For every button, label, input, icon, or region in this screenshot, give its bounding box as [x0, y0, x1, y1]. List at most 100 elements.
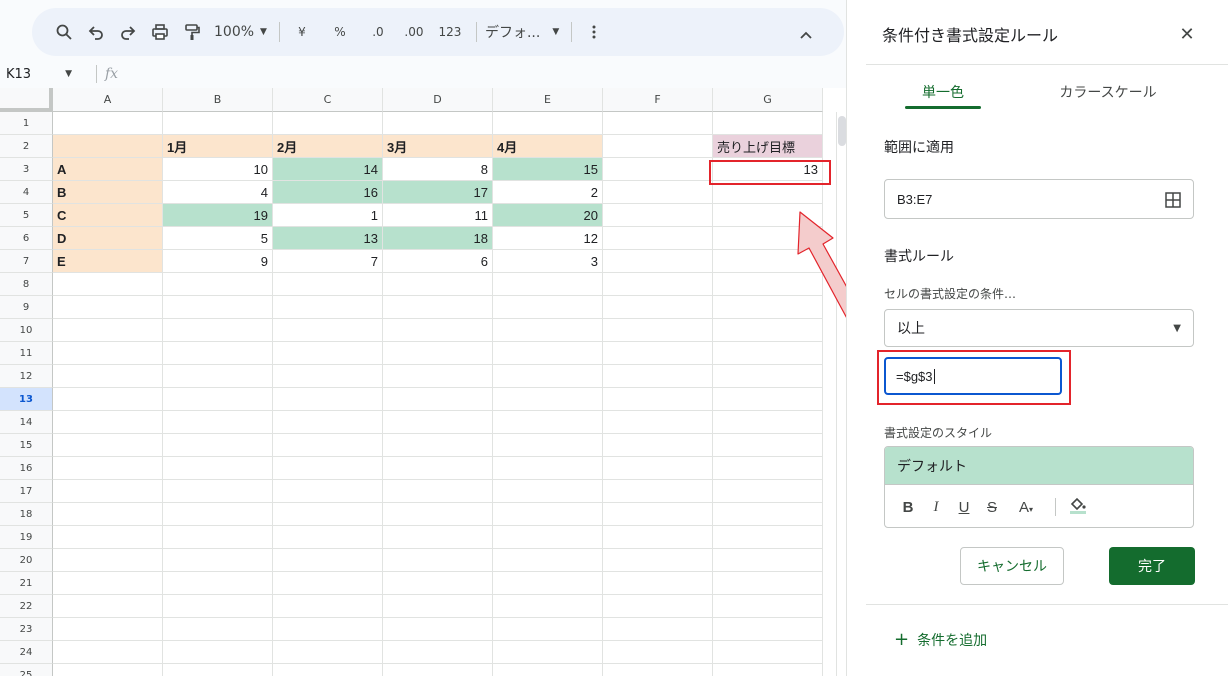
empty-cell[interactable]	[603, 434, 713, 457]
data-cell[interactable]: 16	[273, 181, 383, 204]
data-cell[interactable]: 4	[163, 181, 273, 204]
empty-cell[interactable]	[603, 618, 713, 641]
add-condition-button[interactable]: + 条件を追加	[894, 629, 987, 650]
row-label-cell[interactable]: E	[53, 250, 163, 273]
redo-button[interactable]	[114, 18, 142, 46]
empty-cell[interactable]	[163, 434, 273, 457]
empty-cell[interactable]	[603, 388, 713, 411]
data-cell[interactable]: 3	[493, 250, 603, 273]
decrease-decimal-button[interactable]: .0	[364, 18, 392, 46]
empty-cell[interactable]	[493, 296, 603, 319]
more-formats-button[interactable]: 123	[436, 18, 464, 46]
empty-cell[interactable]	[273, 273, 383, 296]
row-header-14[interactable]: 14	[0, 411, 53, 434]
empty-cell[interactable]	[603, 641, 713, 664]
column-header-e[interactable]: E	[493, 88, 603, 112]
empty-cell[interactable]	[273, 549, 383, 572]
empty-cell[interactable]	[53, 641, 163, 664]
data-cell[interactable]: 8	[383, 158, 493, 181]
empty-cell[interactable]	[713, 388, 823, 411]
empty-cell[interactable]	[603, 526, 713, 549]
empty-cell[interactable]	[53, 549, 163, 572]
empty-cell[interactable]	[603, 158, 713, 181]
empty-cell[interactable]	[163, 480, 273, 503]
empty-cell[interactable]	[53, 664, 163, 676]
empty-cell[interactable]	[383, 549, 493, 572]
empty-cell[interactable]	[493, 342, 603, 365]
empty-cell[interactable]	[713, 503, 823, 526]
empty-cell[interactable]	[273, 664, 383, 676]
data-cell[interactable]: 14	[273, 158, 383, 181]
data-cell[interactable]: 17	[383, 181, 493, 204]
empty-cell[interactable]	[383, 388, 493, 411]
empty-cell[interactable]	[713, 480, 823, 503]
data-cell[interactable]: 19	[163, 204, 273, 227]
empty-cell[interactable]	[713, 457, 823, 480]
empty-cell[interactable]	[603, 273, 713, 296]
target-label-cell[interactable]: 売り上げ目標	[713, 135, 823, 158]
empty-cell[interactable]	[493, 595, 603, 618]
data-cell[interactable]: 18	[383, 227, 493, 250]
empty-cell[interactable]	[383, 365, 493, 388]
empty-cell[interactable]	[163, 664, 273, 676]
row-header-7[interactable]: 7	[0, 250, 53, 273]
empty-cell[interactable]	[493, 434, 603, 457]
empty-cell[interactable]	[493, 457, 603, 480]
paint-format-button[interactable]	[178, 18, 206, 46]
more-options-button[interactable]	[580, 18, 608, 46]
data-cell[interactable]: 1	[273, 204, 383, 227]
row-header-4[interactable]: 4	[0, 181, 53, 204]
empty-cell[interactable]	[493, 273, 603, 296]
empty-cell[interactable]	[493, 641, 603, 664]
empty-cell[interactable]	[163, 319, 273, 342]
empty-cell[interactable]	[603, 365, 713, 388]
empty-cell[interactable]	[713, 434, 823, 457]
select-all-corner[interactable]	[0, 88, 53, 112]
month-header-cell[interactable]: 4月	[493, 135, 603, 158]
row-header-22[interactable]: 22	[0, 595, 53, 618]
empty-cell[interactable]	[53, 319, 163, 342]
empty-cell[interactable]	[713, 342, 823, 365]
empty-cell[interactable]	[163, 526, 273, 549]
empty-cell[interactable]	[603, 296, 713, 319]
empty-cell[interactable]	[163, 618, 273, 641]
month-header-cell[interactable]: 2月	[273, 135, 383, 158]
month-header-cell[interactable]: 1月	[163, 135, 273, 158]
data-cell[interactable]: 12	[493, 227, 603, 250]
empty-cell[interactable]	[273, 480, 383, 503]
empty-cell[interactable]	[493, 365, 603, 388]
empty-cell[interactable]	[53, 572, 163, 595]
empty-cell[interactable]	[273, 319, 383, 342]
empty-cell[interactable]	[603, 204, 713, 227]
empty-cell[interactable]	[383, 457, 493, 480]
row-label-cell[interactable]: D	[53, 227, 163, 250]
empty-cell[interactable]	[713, 365, 823, 388]
empty-cell[interactable]	[163, 572, 273, 595]
column-header-g[interactable]: G	[713, 88, 823, 112]
row-header-12[interactable]: 12	[0, 365, 53, 388]
row-label-cell[interactable]: B	[53, 181, 163, 204]
empty-cell[interactable]	[493, 480, 603, 503]
empty-cell[interactable]	[493, 388, 603, 411]
month-header-cell[interactable]: 3月	[383, 135, 493, 158]
empty-cell[interactable]	[383, 434, 493, 457]
empty-cell[interactable]	[603, 250, 713, 273]
empty-cell[interactable]	[273, 572, 383, 595]
row-header-19[interactable]: 19	[0, 526, 53, 549]
empty-cell[interactable]	[163, 388, 273, 411]
row-header-23[interactable]: 23	[0, 618, 53, 641]
empty-cell[interactable]	[383, 664, 493, 676]
close-panel-button[interactable]: ✕	[1175, 22, 1199, 46]
increase-decimal-button[interactable]: .00	[400, 18, 428, 46]
empty-cell[interactable]	[603, 342, 713, 365]
empty-cell[interactable]	[603, 112, 713, 135]
empty-cell[interactable]	[273, 526, 383, 549]
empty-cell[interactable]	[273, 365, 383, 388]
hide-menus-button[interactable]	[792, 22, 820, 50]
row-header-6[interactable]: 6	[0, 227, 53, 250]
data-cell[interactable]: 7	[273, 250, 383, 273]
row-header-20[interactable]: 20	[0, 549, 53, 572]
empty-cell[interactable]	[603, 457, 713, 480]
column-header-d[interactable]: D	[383, 88, 493, 112]
empty-cell[interactable]	[713, 526, 823, 549]
